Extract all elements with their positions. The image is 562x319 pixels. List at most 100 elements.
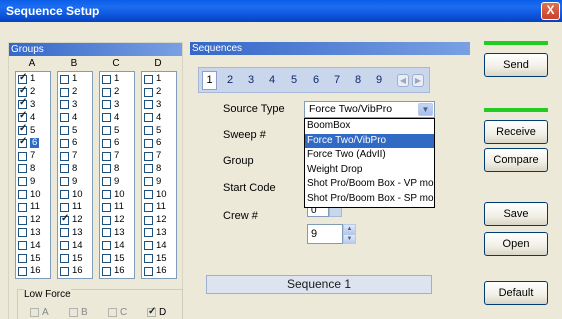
checkbox-icon[interactable] [102,215,111,225]
checkbox-icon[interactable] [144,164,153,174]
checkbox-icon[interactable] [60,241,69,251]
checkbox-icon[interactable] [144,215,153,225]
checkbox-icon[interactable] [18,164,27,174]
group-row[interactable]: 3 [102,99,134,112]
group-row[interactable]: 12 [60,214,92,227]
group-row[interactable]: 7 [144,150,176,163]
group-row[interactable]: 15 [60,252,92,265]
group-row[interactable]: 6 [60,137,92,150]
group-row[interactable]: 15 [102,252,134,265]
group-row[interactable]: 8 [144,163,176,176]
group-row[interactable]: 15 [18,252,50,265]
group-row[interactable]: 7 [102,150,134,163]
checkbox-icon[interactable] [144,151,153,161]
checkbox-icon[interactable] [144,87,153,97]
checkbox-icon[interactable] [144,113,153,123]
receive-button[interactable]: Receive [484,120,548,144]
group-row[interactable]: 6 [102,137,134,150]
tab-6[interactable]: 6 [313,74,319,86]
group-row[interactable]: 2 [60,86,92,99]
low-force-b[interactable]: B [69,307,88,318]
checkbox-icon[interactable] [144,266,153,276]
checkbox-icon[interactable] [60,202,69,212]
default-button[interactable]: Default [484,281,548,305]
tab-3[interactable]: 3 [248,74,254,86]
checkbox-icon[interactable] [102,138,111,148]
group-row[interactable]: 2 [102,86,134,99]
spinner-up-icon[interactable]: ▲ [343,224,356,234]
prev-arrow-icon[interactable]: ◀ [397,74,409,87]
group-row[interactable]: 10 [18,188,50,201]
tab-7[interactable]: 7 [334,74,340,86]
group-row[interactable]: 1 [144,73,176,86]
checkbox-icon[interactable] [102,74,111,84]
tab-9[interactable]: 9 [376,74,382,86]
start-code-input[interactable]: 0 [307,208,329,217]
group-row[interactable]: 16 [144,265,176,278]
checkbox-icon[interactable] [18,254,27,264]
checkbox-icon[interactable] [18,137,27,148]
next-arrow-icon[interactable]: ▶ [412,74,424,87]
source-type-select[interactable]: Force Two/VibPro ▼ [304,101,435,118]
group-row[interactable]: 3 [144,99,176,112]
checkbox-icon[interactable] [102,266,111,276]
low-force-d[interactable]: D [147,306,166,318]
group-row[interactable]: 9 [18,175,50,188]
checkbox-icon[interactable] [144,254,153,264]
checkbox-icon[interactable] [102,202,111,212]
checkbox-icon[interactable] [60,87,69,97]
checkbox-icon[interactable] [18,73,27,84]
group-row[interactable]: 13 [60,227,92,240]
checkbox-icon[interactable] [60,113,69,123]
checkbox-icon[interactable] [18,111,27,123]
group-row[interactable]: 7 [60,150,92,163]
checkbox-icon[interactable] [60,151,69,161]
dropdown-arrow-icon[interactable]: ▼ [418,103,433,116]
group-row[interactable]: 11 [144,201,176,214]
checkbox-icon[interactable] [18,124,27,136]
checkbox-icon[interactable] [60,177,69,187]
checkbox-icon[interactable] [60,254,69,264]
checkbox-icon[interactable] [102,241,111,251]
group-row[interactable]: 1 [18,73,50,86]
checkbox-icon[interactable] [18,98,27,110]
checkbox-icon[interactable] [147,306,156,317]
group-row[interactable]: 5 [102,124,134,137]
checkbox-icon[interactable] [144,177,153,187]
group-row[interactable]: 9 [144,175,176,188]
checkbox-icon[interactable] [102,126,111,136]
checkbox-icon[interactable] [144,241,153,251]
checkbox-icon[interactable] [18,241,27,251]
checkbox-icon[interactable] [60,74,69,84]
tab-4[interactable]: 4 [269,74,275,86]
checkbox-icon[interactable] [144,202,153,212]
checkbox-icon[interactable] [18,190,27,200]
checkbox-icon[interactable] [18,151,27,161]
checkbox-icon[interactable] [102,87,111,97]
send-button[interactable]: Send [484,53,548,77]
group-row[interactable]: 10 [144,188,176,201]
group-row[interactable]: 4 [60,111,92,124]
group-row[interactable]: 14 [144,239,176,252]
checkbox-icon[interactable] [102,151,111,161]
group-row[interactable]: 8 [102,163,134,176]
checkbox-icon[interactable] [102,113,111,123]
compare-button[interactable]: Compare [484,148,548,172]
group-row[interactable]: 12 [102,214,134,227]
group-row[interactable]: 10 [102,188,134,201]
tab-2[interactable]: 2 [227,74,233,86]
dropdown-option[interactable]: Force Two (AdvII) [305,148,434,163]
checkbox-icon[interactable] [144,74,153,84]
group-row[interactable]: 14 [18,239,50,252]
group-row[interactable]: 16 [60,265,92,278]
dropdown-option[interactable]: Shot Pro/Boom Box - VP mod [305,177,434,192]
checkbox-icon[interactable] [18,228,27,238]
checkbox-icon[interactable] [108,308,117,317]
group-row[interactable]: 5 [144,124,176,137]
group-row[interactable]: 16 [18,265,50,278]
checkbox-icon[interactable] [18,86,27,97]
tab-5[interactable]: 5 [291,74,297,86]
dropdown-option[interactable]: BoomBox [305,119,434,134]
checkbox-icon[interactable] [18,266,27,276]
group-row[interactable]: 15 [144,252,176,265]
